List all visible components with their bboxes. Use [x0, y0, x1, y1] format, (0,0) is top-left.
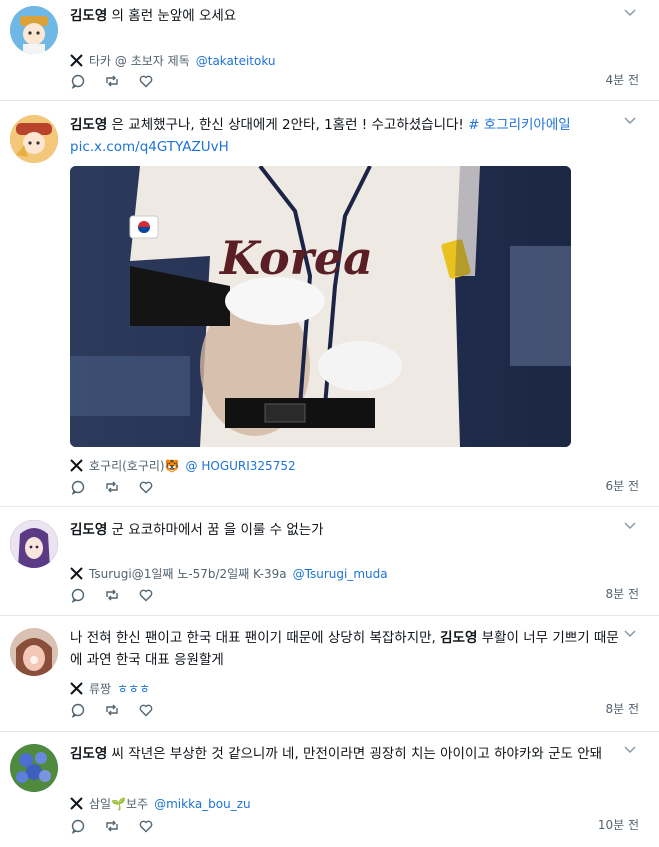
- action-bar: [70, 479, 154, 495]
- avatar-image: [10, 744, 58, 792]
- avatar[interactable]: [10, 520, 58, 568]
- x-logo-icon: [70, 459, 83, 472]
- timestamp[interactable]: 4분 전: [605, 71, 639, 88]
- source-handle[interactable]: @mikka_bou_zu: [154, 797, 251, 811]
- reply-icon[interactable]: [70, 818, 86, 834]
- source-handle[interactable]: @takateitoku: [196, 54, 276, 68]
- source-name: 류짱: [89, 682, 112, 696]
- source-handle[interactable]: @ HOGURI325752: [186, 459, 296, 473]
- tweet-content: 씨 작년은 부상한 것 같으니까 네, 만전이라면 굉장히 치는 아이이고 하야…: [107, 746, 603, 762]
- avatar[interactable]: [10, 744, 58, 792]
- avatar[interactable]: [10, 6, 58, 54]
- source-name: 삼일🌱보주: [89, 797, 149, 811]
- timestamp[interactable]: 8분 전: [605, 585, 639, 602]
- mention-name[interactable]: 김도영: [70, 746, 107, 762]
- tweet-text: 김도영 군 요코하마에서 꿈 을 이룰 수 없는가: [70, 519, 629, 541]
- retweet-icon[interactable]: [104, 73, 120, 89]
- media-link[interactable]: pic.x.com/q4GTYAZUvH: [70, 139, 229, 155]
- tweet-content: 은 교체했구나, 한신 상대에게 2안타, 1홈런 ! 수고하셨습니다!: [107, 117, 469, 133]
- tweet-content: 군 요코하마에서 꿈 을 이룰 수 없는가: [107, 522, 324, 538]
- avatar-image: [10, 115, 58, 163]
- action-bar: [70, 818, 154, 834]
- timestamp[interactable]: 10분 전: [598, 816, 639, 833]
- chevron-down-icon[interactable]: [623, 116, 637, 126]
- tweet-card[interactable]: 나 전혀 한신 팬이고 한국 대표 팬이기 때문에 상당히 복잡하지만, 김도영…: [0, 616, 659, 732]
- mention-name[interactable]: 김도영: [440, 630, 477, 646]
- avatar[interactable]: [10, 115, 58, 163]
- source-line: 삼일🌱보주 @mikka_bou_zu: [70, 795, 251, 812]
- like-icon[interactable]: [138, 702, 154, 718]
- reply-icon[interactable]: [70, 702, 86, 718]
- reply-icon[interactable]: [70, 73, 86, 89]
- timestamp[interactable]: 8분 전: [605, 700, 639, 717]
- source-line: Tsurugi@1일째 노-57b/2일째 K-39a @Tsurugi_mud…: [70, 565, 388, 582]
- retweet-icon[interactable]: [104, 479, 120, 495]
- tweet-card[interactable]: 김도영 의 홈런 눈앞에 오세요 타카 @ 초보자 제독 @takateitok…: [0, 0, 659, 101]
- action-bar: [70, 702, 154, 718]
- chevron-down-icon[interactable]: [623, 8, 637, 18]
- source-line: 호구리(호구리)🐯 @ HOGURI325752: [70, 457, 296, 474]
- mention-name[interactable]: 김도영: [70, 522, 107, 538]
- source-name: 호구리(호구리)🐯: [89, 459, 180, 473]
- tweet-card[interactable]: 김도영 군 요코하마에서 꿈 을 이룰 수 없는가 Tsurugi@1일째 노-…: [0, 507, 659, 616]
- avatar-image: [10, 628, 58, 676]
- mention-name[interactable]: 김도영: [70, 8, 107, 24]
- action-bar: [70, 73, 154, 89]
- jersey-wordmark: Korea: [218, 231, 373, 285]
- x-logo-icon: [70, 567, 83, 580]
- reply-icon[interactable]: [70, 587, 86, 603]
- avatar-image: [10, 6, 58, 54]
- retweet-icon[interactable]: [104, 818, 120, 834]
- source-name: Tsurugi@1일째 노-57b/2일째 K-39a: [89, 567, 287, 581]
- tweet-text: 나 전혀 한신 팬이고 한국 대표 팬이기 때문에 상당히 복잡하지만, 김도영…: [70, 627, 629, 671]
- like-icon[interactable]: [138, 479, 154, 495]
- x-logo-icon: [70, 54, 83, 67]
- avatar-image: [10, 520, 58, 568]
- tweet-media-image[interactable]: Korea: [70, 166, 571, 447]
- tweet-card[interactable]: 김도영 씨 작년은 부상한 것 같으니까 네, 만전이라면 굉장히 치는 아이이…: [0, 732, 659, 847]
- action-bar: [70, 587, 154, 603]
- tweet-card[interactable]: 김도영 은 교체했구나, 한신 상대에게 2안타, 1홈런 ! 수고하셨습니다!…: [0, 101, 659, 507]
- like-icon[interactable]: [138, 587, 154, 603]
- x-logo-icon: [70, 682, 83, 695]
- retweet-icon[interactable]: [104, 702, 120, 718]
- source-handle[interactable]: ㅎㅎㅎ: [117, 680, 150, 697]
- hashtag-link[interactable]: # 호그리키아에일: [468, 117, 571, 133]
- source-line: 류짱 ㅎㅎㅎ: [70, 680, 150, 697]
- tweet-text: 김도영 의 홈런 눈앞에 오세요: [70, 5, 629, 27]
- tweet-text: 김도영 은 교체했구나, 한신 상대에게 2안타, 1홈런 ! 수고하셨습니다!…: [70, 114, 629, 158]
- source-name: 타카 @ 초보자 제독: [89, 54, 190, 68]
- tweet-content: 의 홈런 눈앞에 오세요: [107, 8, 237, 24]
- source-handle[interactable]: @Tsurugi_muda: [293, 567, 388, 581]
- chevron-down-icon[interactable]: [623, 745, 637, 755]
- chevron-down-icon[interactable]: [623, 521, 637, 531]
- like-icon[interactable]: [138, 818, 154, 834]
- mention-name[interactable]: 김도영: [70, 117, 107, 133]
- tweet-text: 김도영 씨 작년은 부상한 것 같으니까 네, 만전이라면 굉장히 치는 아이이…: [70, 743, 629, 765]
- reply-icon[interactable]: [70, 479, 86, 495]
- avatar[interactable]: [10, 628, 58, 676]
- x-logo-icon: [70, 797, 83, 810]
- baseball-player-photo: Korea: [70, 166, 571, 447]
- chevron-down-icon[interactable]: [623, 629, 637, 639]
- tweet-content: 나 전혀 한신 팬이고 한국 대표 팬이기 때문에 상당히 복잡하지만,: [70, 630, 441, 646]
- timestamp[interactable]: 6분 전: [605, 477, 639, 494]
- like-icon[interactable]: [138, 73, 154, 89]
- retweet-icon[interactable]: [104, 587, 120, 603]
- source-line: 타카 @ 초보자 제독 @takateitoku: [70, 52, 276, 69]
